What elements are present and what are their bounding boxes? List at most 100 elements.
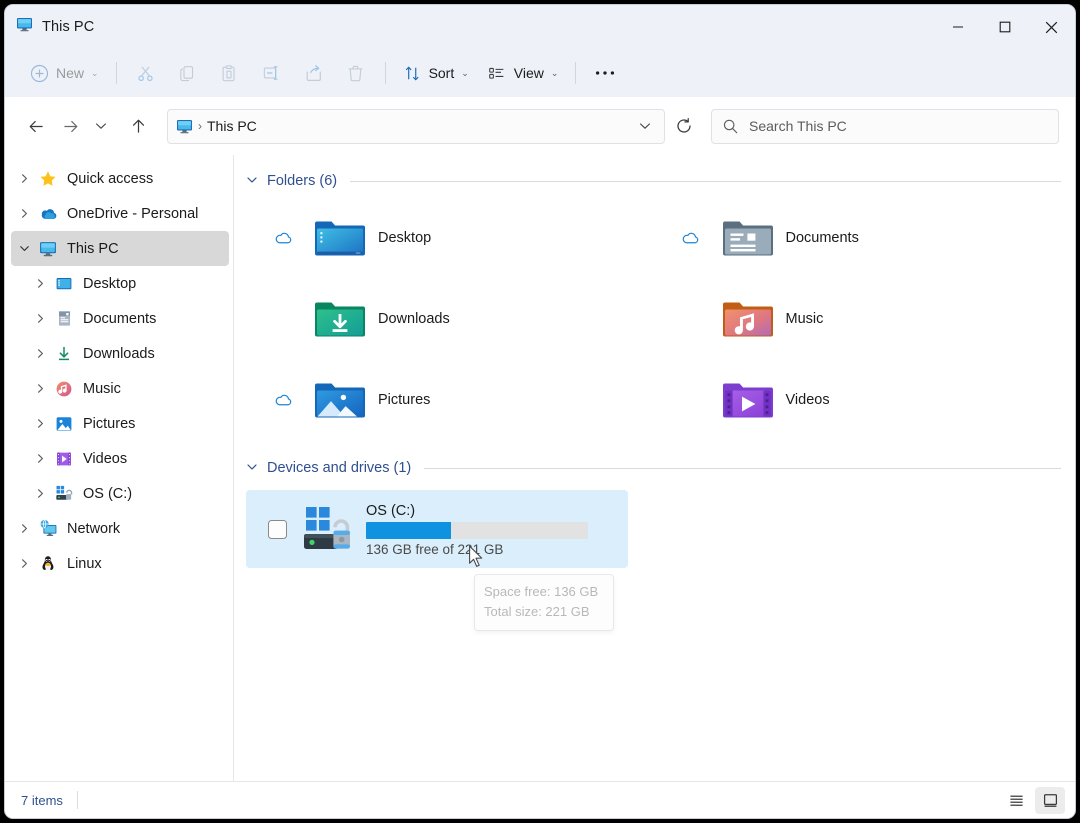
chevron-right-icon[interactable]: [11, 208, 37, 219]
folder-tile-pictures[interactable]: Pictures: [246, 359, 654, 440]
search-box[interactable]: Search This PC: [711, 108, 1059, 144]
folder-name: Documents: [785, 229, 859, 246]
onedrive-icon: [37, 204, 59, 223]
folder-videos-icon: [718, 377, 778, 423]
folder-documents-icon: [718, 215, 778, 261]
up-button[interactable]: [121, 109, 155, 143]
pictures-icon: [53, 415, 75, 433]
details-view-icon: [1009, 795, 1023, 806]
cut-button[interactable]: [125, 56, 167, 90]
folder-tile-documents[interactable]: Documents: [654, 197, 1062, 278]
status-bar: 7 items: [5, 781, 1075, 818]
rename-icon: [263, 66, 278, 80]
chevron-right-icon[interactable]: [11, 558, 37, 569]
chevron-right-icon[interactable]: [11, 523, 37, 534]
see-more-button[interactable]: [584, 56, 626, 90]
chevron-right-icon[interactable]: [27, 313, 53, 324]
large-icons-view-button[interactable]: [1035, 786, 1065, 814]
maximize-button[interactable]: [981, 5, 1028, 49]
folder-tile-videos[interactable]: Videos: [654, 359, 1062, 440]
group-header-devices[interactable]: Devices and drives (1): [246, 456, 1061, 480]
sidebar-item-quick-access[interactable]: Quick access: [11, 161, 229, 196]
sidebar-item-music[interactable]: Music: [11, 371, 229, 406]
sidebar-item-onedrive[interactable]: OneDrive - Personal: [11, 196, 229, 231]
address-dropdown-button[interactable]: [630, 111, 660, 142]
forward-button[interactable]: [53, 109, 87, 143]
back-button[interactable]: [19, 109, 53, 143]
folder-tile-desktop[interactable]: Desktop: [246, 197, 654, 278]
plus-circle-icon: [30, 64, 49, 82]
sidebar-item-label: Downloads: [83, 345, 155, 362]
drive-tile-os-c[interactable]: OS (C:) 136 GB free of 221 GB: [246, 490, 628, 568]
sidebar-item-label: Pictures: [83, 415, 136, 432]
refresh-button[interactable]: [667, 109, 701, 144]
folder-desktop-icon: [310, 215, 370, 261]
chevron-right-icon[interactable]: [27, 348, 53, 359]
title-bar: This PC: [5, 5, 1075, 49]
sidebar-item-label: Network: [67, 520, 121, 537]
drive-checkbox[interactable]: [267, 519, 287, 539]
sidebar-item-desktop[interactable]: Desktop: [11, 266, 229, 301]
sidebar-item-label: Videos: [83, 450, 128, 467]
sidebar-item-label: OS (C:): [83, 485, 133, 502]
new-button[interactable]: New ⌄: [21, 56, 108, 90]
breadcrumb-separator: ›: [198, 119, 202, 133]
chevron-down-icon: ⌄: [550, 67, 559, 78]
sidebar-item-videos[interactable]: Videos: [11, 441, 229, 476]
sidebar-item-pictures[interactable]: Pictures: [11, 406, 229, 441]
sidebar-item-os-c[interactable]: OS (C:): [11, 476, 229, 511]
group-header-folders[interactable]: Folders (6): [246, 169, 1061, 193]
share-icon: [306, 65, 321, 81]
sidebar-item-this-pc[interactable]: This PC: [11, 231, 229, 266]
search-input[interactable]: Search This PC: [749, 118, 847, 134]
chevron-right-icon[interactable]: [27, 278, 53, 289]
chevron-down-icon[interactable]: [11, 243, 37, 254]
videos-icon: [53, 450, 75, 468]
window-controls: [934, 5, 1075, 49]
view-button[interactable]: View ⌄: [478, 56, 568, 90]
sidebar-item-label: Desktop: [83, 275, 137, 292]
item-count: 7 items: [21, 792, 63, 808]
paste-button[interactable]: [209, 56, 251, 90]
star-icon: [37, 170, 59, 188]
rename-button[interactable]: [251, 56, 293, 90]
minimize-button[interactable]: [934, 5, 981, 49]
share-button[interactable]: [293, 56, 335, 90]
chevron-right-icon[interactable]: [27, 488, 53, 499]
details-view-button[interactable]: [1001, 787, 1031, 814]
folder-pictures-icon: [310, 377, 370, 423]
sidebar-item-network[interactable]: Network: [11, 511, 229, 546]
arrow-up-icon: [132, 119, 144, 133]
delete-button[interactable]: [335, 56, 377, 90]
address-bar[interactable]: › This PC: [167, 108, 665, 144]
sidebar-item-downloads[interactable]: Downloads: [11, 336, 229, 371]
command-bar: New ⌄ Sort ⌄ View ⌄: [5, 49, 1075, 97]
chevron-down-icon[interactable]: [246, 174, 258, 189]
close-button[interactable]: [1028, 5, 1075, 49]
chevron-right-icon[interactable]: [27, 383, 53, 394]
group-divider: [424, 467, 1061, 469]
chevron-down-icon[interactable]: [246, 461, 258, 476]
drive-capacity-bar: [366, 521, 588, 539]
sidebar-item-documents[interactable]: Documents: [11, 301, 229, 336]
drive-capacity-fill: [366, 521, 452, 539]
sidebar-item-linux[interactable]: Linux: [11, 546, 229, 581]
chevron-right-icon[interactable]: [27, 418, 53, 429]
breadcrumb-current[interactable]: This PC: [207, 118, 257, 134]
sidebar-item-label: Quick access: [67, 170, 154, 187]
group-title: Devices and drives (1): [267, 460, 412, 476]
sort-button[interactable]: Sort ⌄: [394, 56, 478, 90]
chevron-right-icon[interactable]: [27, 453, 53, 464]
chevron-right-icon[interactable]: [11, 173, 37, 184]
drive-checkbox-wrap[interactable]: [254, 519, 300, 539]
music-icon: [53, 380, 75, 398]
navigation-bar: › This PC Search This PC: [5, 97, 1075, 155]
recent-locations-button[interactable]: [87, 109, 115, 143]
documents-icon: [53, 310, 75, 327]
address-bar-right: [630, 111, 660, 142]
linux-icon: [37, 555, 59, 573]
folder-tile-downloads[interactable]: Downloads: [246, 278, 654, 359]
folder-tile-music[interactable]: Music: [654, 278, 1062, 359]
copy-button[interactable]: [167, 56, 209, 90]
drive-info: OS (C:) 136 GB free of 221 GB: [366, 502, 588, 557]
